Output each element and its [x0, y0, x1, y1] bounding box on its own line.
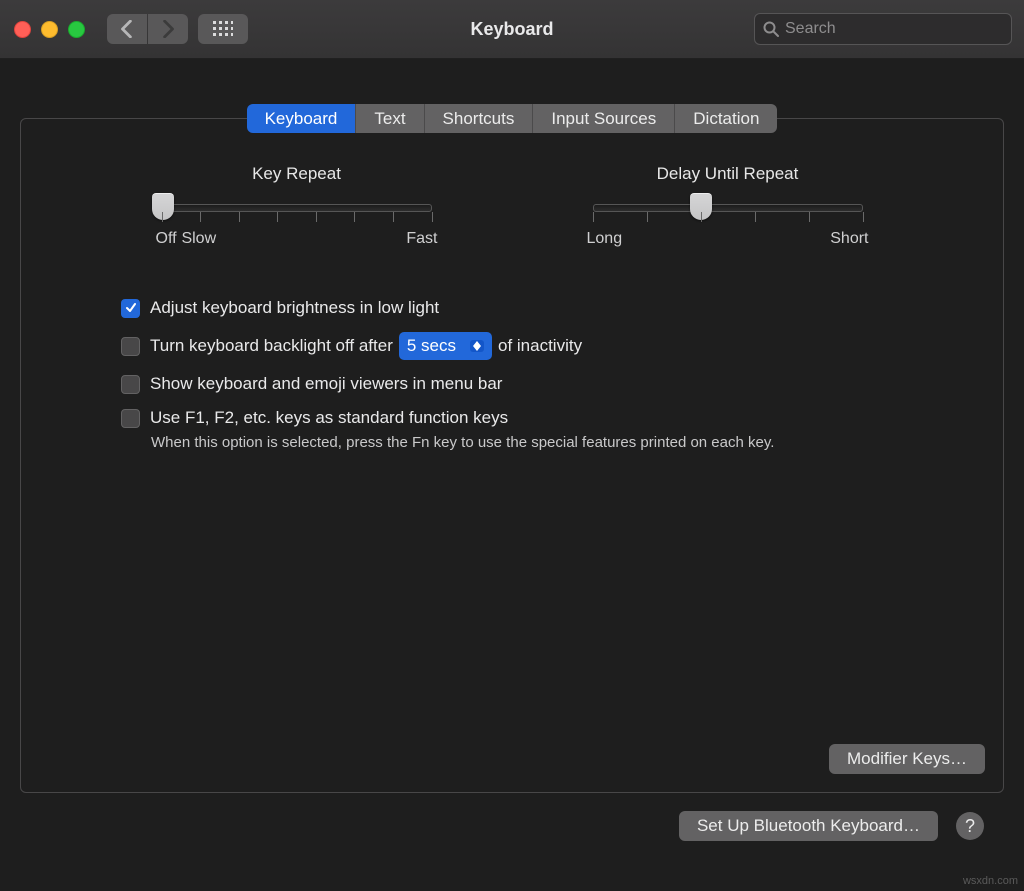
help-button[interactable]: ? — [956, 812, 984, 840]
key-repeat-label: Key Repeat — [152, 164, 442, 184]
tab-keyboard[interactable]: Keyboard — [247, 104, 357, 133]
modifier-keys-button[interactable]: Modifier Keys… — [829, 744, 985, 774]
opt-brightness[interactable]: Adjust keyboard brightness in low light — [121, 298, 903, 318]
key-repeat-group: Key Repeat Off Slow Fast — [152, 164, 442, 248]
forward-button[interactable] — [148, 14, 188, 44]
show-all-button[interactable] — [198, 14, 248, 44]
opt-viewers-label: Show keyboard and emoji viewers in menu … — [150, 374, 502, 394]
delay-repeat-labels: Long Short — [587, 230, 869, 248]
opt-brightness-label: Adjust keyboard brightness in low light — [150, 298, 439, 318]
tab-shortcuts[interactable]: Shortcuts — [425, 104, 534, 133]
back-button[interactable] — [107, 14, 147, 44]
delay-repeat-group: Delay Until Repeat Long Short — [583, 164, 873, 248]
delay-repeat-ticks — [593, 212, 863, 226]
stepper-icon — [470, 340, 484, 352]
nav-buttons — [107, 14, 188, 44]
tab-input-sources[interactable]: Input Sources — [533, 104, 675, 133]
opt-viewers[interactable]: Show keyboard and emoji viewers in menu … — [121, 374, 903, 394]
tab-text[interactable]: Text — [356, 104, 424, 133]
checkbox-unchecked-icon[interactable] — [121, 375, 140, 394]
key-repeat-ticks — [162, 212, 432, 226]
opt-fnkeys-sub: When this option is selected, press the … — [151, 434, 903, 451]
close-icon[interactable] — [14, 21, 31, 38]
opt-backlight-prefix: Turn keyboard backlight off after — [150, 336, 393, 356]
opt-fnkeys[interactable]: Use F1, F2, etc. keys as standard functi… — [121, 408, 903, 428]
checkbox-checked-icon[interactable] — [121, 299, 140, 318]
title-bar: Keyboard Search — [0, 0, 1024, 59]
key-repeat-labels: Off Slow Fast — [156, 230, 438, 248]
watermark: wsxdn.com — [963, 875, 1018, 887]
key-repeat-slider[interactable] — [162, 204, 432, 212]
zoom-icon[interactable] — [68, 21, 85, 38]
search-icon — [763, 21, 779, 37]
tab-bar: Keyboard Text Shortcuts Input Sources Di… — [20, 104, 1004, 133]
grid-icon — [213, 21, 233, 37]
checkbox-unchecked-icon[interactable] — [121, 409, 140, 428]
window-controls — [14, 21, 85, 38]
backlight-delay-select[interactable]: 5 secs — [399, 332, 492, 360]
bluetooth-keyboard-button[interactable]: Set Up Bluetooth Keyboard… — [679, 811, 938, 841]
delay-repeat-label: Delay Until Repeat — [583, 164, 873, 184]
opt-backlight[interactable]: Turn keyboard backlight off after 5 secs… — [121, 332, 903, 360]
search-placeholder: Search — [785, 20, 836, 38]
checkbox-unchecked-icon[interactable] — [121, 337, 140, 356]
minimize-icon[interactable] — [41, 21, 58, 38]
tab-dictation[interactable]: Dictation — [675, 104, 777, 133]
settings-panel: Key Repeat Off Slow Fast Delay Until Rep… — [20, 118, 1004, 793]
opt-backlight-suffix: of inactivity — [498, 336, 582, 356]
delay-repeat-slider[interactable] — [593, 204, 863, 212]
opt-fnkeys-label: Use F1, F2, etc. keys as standard functi… — [150, 408, 508, 428]
search-field[interactable]: Search — [754, 13, 1012, 45]
